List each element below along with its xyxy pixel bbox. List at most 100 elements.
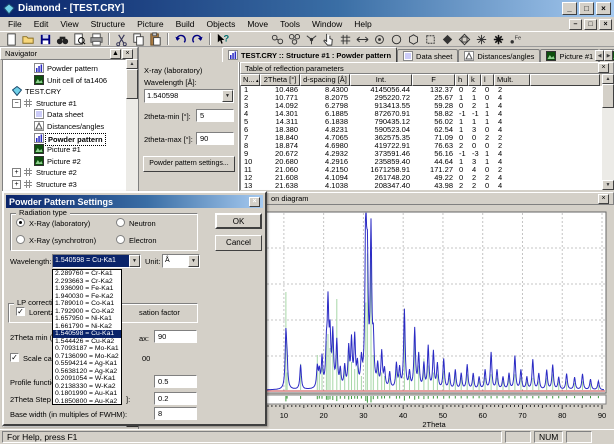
star-icon[interactable]	[473, 32, 490, 47]
title-bar[interactable]: Diamond - [TEST.CRY] _ □ ×	[0, 0, 614, 17]
wavelength-option-7[interactable]: 1.661790 = Ni-Ka2	[53, 323, 121, 331]
wavelength-option-15[interactable]: 0.2138330 = W-Ka2	[53, 383, 121, 391]
tree-item-structure-3-10[interactable]: +Structure #3	[3, 179, 123, 191]
mdi-restore-icon[interactable]: □	[584, 19, 597, 30]
tree-item-picture-2-8[interactable]: Picture #2	[3, 156, 123, 168]
wavelength-option-6[interactable]: 1.657950 = Ni-Ka1	[53, 315, 121, 323]
table-row-4[interactable]: 414.3016.1885872670.9158.82-1-114	[241, 110, 614, 118]
wavelength-option-17[interactable]: 0.1850800 = Au-Ka2	[53, 398, 121, 406]
hexagon-icon[interactable]	[405, 32, 422, 47]
menu-tools[interactable]: Tools	[274, 18, 306, 30]
wavelength-option-9[interactable]: 1.544426 = Cu-Ka2	[53, 338, 121, 346]
expander-plus-icon[interactable]: +	[12, 180, 21, 189]
wavelength-option-1[interactable]: 2.293663 = Cr-Ka2	[53, 278, 121, 286]
undo-icon[interactable]	[172, 32, 189, 47]
atom-dot-icon[interactable]	[371, 32, 388, 47]
diamond-icon[interactable]	[439, 32, 456, 47]
lattice-icon[interactable]	[337, 32, 354, 47]
navigator-close-icon[interactable]: ×	[122, 49, 133, 59]
column-header-mult[interactable]: Mult.	[494, 74, 530, 86]
expander-plus-icon[interactable]: +	[12, 168, 21, 177]
menu-move[interactable]: Move	[241, 18, 274, 30]
wavelength-option-4[interactable]: 1.789010 = Co-Ka1	[53, 300, 121, 308]
diagram-close-icon[interactable]: ×	[598, 194, 609, 204]
table-row-2[interactable]: 210.7718.2075295220.7225.671104	[241, 94, 614, 102]
profile-fwhm-field[interactable]: 0.5	[154, 375, 197, 388]
chevron-down-icon[interactable]: ▼	[222, 90, 233, 102]
polyhedron-icon[interactable]	[456, 32, 473, 47]
star-bold-icon[interactable]	[490, 32, 507, 47]
scroll-down-icon[interactable]: ▼	[602, 180, 614, 190]
theta-min-field[interactable]: 5	[196, 109, 234, 122]
paste-icon[interactable]	[147, 32, 164, 47]
column-header-l[interactable]: l	[481, 74, 494, 86]
wavelength-option-2[interactable]: 1.936090 = Fe-Ka1	[53, 285, 121, 293]
menu-help[interactable]: Help	[348, 18, 377, 30]
table-row-9[interactable]: 920.6724.2932373591.4656.16-1-314	[241, 150, 614, 158]
wavelength-option-16[interactable]: 0.1801990 = Au-Ka1	[53, 390, 121, 398]
dialog-close-icon[interactable]: ×	[249, 197, 260, 207]
powder-pattern-settings-button[interactable]: Powder pattern settings...	[143, 156, 235, 172]
tab-test-cry-structure-1-powder-pattern[interactable]: TEST.CRY :: Structure #1 : Powder patter…	[222, 47, 397, 62]
column-header-d-spacing[interactable]: d-spacing [Å]	[300, 74, 350, 86]
dialog-wavelength-combo[interactable]: 1.540598 = Cu-Ka1 ▼	[52, 254, 141, 268]
atoms-icon[interactable]	[269, 32, 286, 47]
table-row-7[interactable]: 718.8404.7065362575.3571.090022	[241, 134, 614, 142]
help-select-icon[interactable]: ?	[214, 32, 231, 47]
chevron-down-icon[interactable]: ▼	[188, 255, 199, 267]
wavelength-combo[interactable]: 1.540598 ▼	[144, 89, 234, 103]
wavelength-option-3[interactable]: 1.940030 = Fe-Ka2	[53, 293, 121, 301]
rings-icon[interactable]	[286, 32, 303, 47]
table-row-12[interactable]: 1221.6084.1094261748.2049.220224	[241, 174, 614, 182]
lorentz-checkbox[interactable]: ✓	[16, 307, 25, 316]
scroll-up-icon[interactable]: ▲	[126, 59, 138, 69]
table-row-13[interactable]: 1321.6384.1038208347.4043.982204	[241, 182, 614, 190]
unit-combo[interactable]: Å ▼	[162, 254, 200, 268]
menu-window[interactable]: Window	[306, 18, 348, 30]
wavelength-option-11[interactable]: 0.7136090 = Mo-Ka2	[53, 353, 121, 361]
base-width-field[interactable]: 8	[154, 407, 197, 420]
cancel-button[interactable]: Cancel	[215, 235, 262, 251]
open-icon[interactable]	[20, 32, 37, 47]
tree-item-test-cry-2[interactable]: TEST.CRY	[3, 86, 123, 98]
move-arrows-icon[interactable]	[354, 32, 371, 47]
save-icon[interactable]	[37, 32, 54, 47]
scale-checkbox[interactable]: ✓	[10, 353, 19, 362]
expander-minus-icon[interactable]: −	[12, 99, 21, 108]
pin-icon[interactable]: ▲	[110, 49, 121, 59]
tab-distances-angles[interactable]: Distances/angles	[458, 49, 540, 62]
copy-icon[interactable]	[130, 32, 147, 47]
tree-item-data-sheet-4[interactable]: Data sheet	[3, 109, 123, 121]
redo-icon[interactable]	[189, 32, 206, 47]
new-icon[interactable]	[3, 32, 20, 47]
table-row-11[interactable]: 1121.0604.21501671258.91171.270402	[241, 166, 614, 174]
fe-atom-icon[interactable]: Fe	[507, 32, 524, 47]
radio-x-ray-synchrotron[interactable]	[16, 235, 25, 244]
radio-electron[interactable]	[116, 235, 125, 244]
table-row-5[interactable]: 514.3116.1838790435.1256.021114	[241, 118, 614, 126]
dialog-theta-max-field[interactable]: 90	[154, 330, 197, 343]
circle-icon[interactable]	[388, 32, 405, 47]
tab-scroll-left-icon[interactable]: ◀	[595, 50, 604, 61]
fragment-icon[interactable]	[303, 32, 320, 47]
tab-picture-1[interactable]: Picture #1	[540, 49, 599, 62]
table-row-10[interactable]: 1020.6804.2916235859.4044.641314	[241, 158, 614, 166]
column-header-int[interactable]: Int.	[350, 74, 412, 86]
wavelength-dropdown-list[interactable]: 2.289760 = Cr-Ka12.293663 = Cr-Ka21.9360…	[52, 269, 122, 405]
menu-file[interactable]: File	[2, 18, 28, 30]
tree-item-distances-angles-5[interactable]: Distances/angles	[3, 121, 123, 133]
tree-item-powder-pattern-0[interactable]: Powder pattern	[3, 63, 123, 75]
pick-icon[interactable]	[320, 32, 337, 47]
scroll-thumb[interactable]	[126, 69, 138, 99]
tree-item-structure-2-9[interactable]: +Structure #2	[3, 167, 123, 179]
preview-icon[interactable]	[71, 32, 88, 47]
menu-edit[interactable]: Edit	[28, 18, 55, 30]
column-header-h[interactable]: h	[455, 74, 468, 86]
wavelength-option-14[interactable]: 0.2091054 = W-Ka1	[53, 375, 121, 383]
menu-build[interactable]: Build	[170, 18, 201, 30]
wavelength-option-8[interactable]: 1.540598 = Cu-Ka1	[53, 330, 121, 338]
menu-picture[interactable]: Picture	[131, 18, 169, 30]
menu-structure[interactable]: Structure	[85, 18, 132, 30]
column-header-f[interactable]: F	[412, 74, 455, 86]
tree-item-picture-1-7[interactable]: Picture #1	[3, 144, 123, 156]
